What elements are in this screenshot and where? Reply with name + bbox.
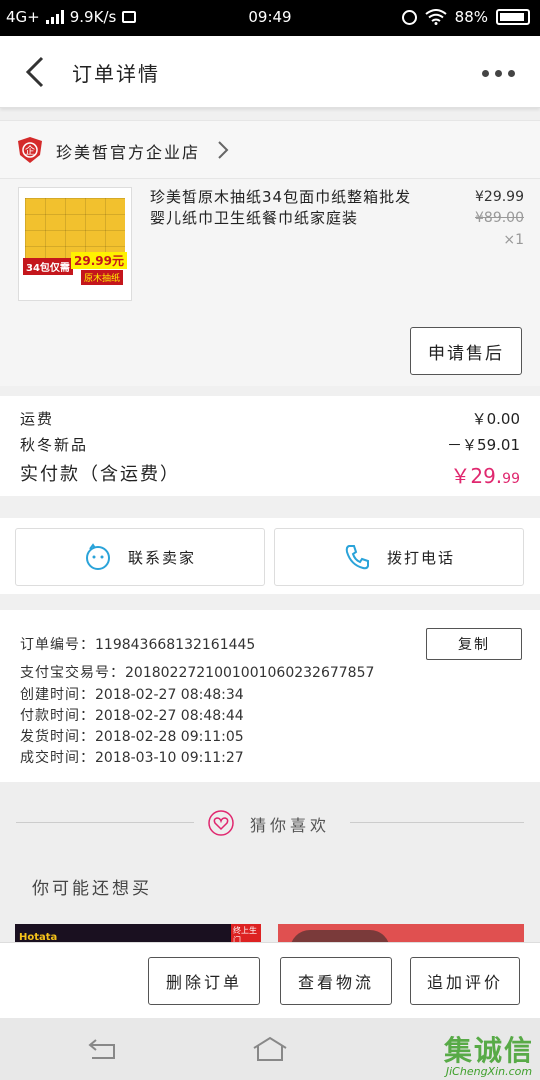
promo-label: 秋冬新品 (20, 436, 89, 454)
page-title: 订单详情 (72, 62, 160, 86)
paid-value-main: ￥29. (450, 464, 503, 488)
paid-label: 实付款（含运费） (20, 464, 180, 485)
svg-text:企: 企 (25, 144, 35, 157)
cost-summary: 运费 ￥0.00 秋冬新品 －￥59.01 实付款（含运费） ￥29.99 (0, 396, 540, 496)
order-product: 34包仅需 29.99元 原木抽纸 珍美皙原木抽纸34包面巾纸整箱批发婴儿纸巾卫… (0, 178, 540, 386)
shipping-value: ￥0.00 (471, 410, 520, 428)
action-bar: 删除订单 查看物流 追加评价 (0, 942, 540, 1018)
copy-button[interactable]: 复制 (426, 628, 522, 660)
product-original-price: ¥89.00 (475, 210, 524, 226)
info-row-shipped: 发货时间：2018-02-28 09:11:05 (20, 729, 244, 745)
contact-bar: 联系卖家 拨打电话 (0, 518, 540, 594)
info-row-created: 创建时间：2018-02-27 08:48:34 (20, 687, 244, 703)
product-price: ¥29.99 (475, 189, 524, 205)
status-bar: 4G+ 9.9K/s 09:49 88% (0, 0, 540, 36)
home-nav-icon[interactable] (252, 1036, 288, 1062)
heart-icon (208, 810, 234, 836)
contact-seller-button[interactable]: 联系卖家 (15, 528, 265, 586)
order-info: 订单编号：119843668132161445 支付宝交易号：201802272… (0, 610, 540, 782)
system-nav-bar: 集诚信 JiChengXin.com (0, 1018, 540, 1080)
contact-seller-label: 联系卖家 (127, 548, 196, 567)
divider (16, 822, 194, 823)
watermark-chars: 集诚信 (443, 1034, 534, 1067)
shop-name: 珍美皙官方企业店 (56, 143, 201, 162)
battery-icon (496, 9, 530, 25)
paid-value: ￥29.99 (450, 460, 520, 489)
thumb-badge-packs: 34包仅需 (23, 258, 73, 275)
back-arrow-icon[interactable] (18, 54, 54, 90)
view-logistics-button[interactable]: 查看物流 (280, 957, 392, 1005)
alarm-icon (401, 9, 417, 25)
recommend-subtitle: 你可能还想买 (32, 879, 152, 899)
info-row-paid: 付款时间：2018-02-27 08:48:44 (20, 708, 244, 724)
thumb-badge-price: 29.99元 (71, 252, 127, 269)
divider (350, 822, 524, 823)
add-review-button[interactable]: 追加评价 (410, 957, 520, 1005)
chevron-right-icon (218, 141, 229, 159)
product-name[interactable]: 珍美皙原木抽纸34包面巾纸整箱批发婴儿纸巾卫生纸餐巾纸家庭装 (150, 187, 422, 229)
shipping-label: 运费 (20, 410, 55, 428)
call-button[interactable]: 拨打电话 (274, 528, 524, 586)
after-sale-button[interactable]: 申请售后 (410, 327, 522, 375)
top-nav-bar: 订单详情 (0, 36, 540, 108)
info-row-order-no: 订单编号：119843668132161445 (20, 637, 256, 653)
call-label: 拨打电话 (386, 548, 455, 567)
info-row-completed: 成交时间：2018-03-10 09:11:27 (20, 750, 244, 766)
info-row-alipay-no: 支付宝交易号：2018022721001001060232677857 (20, 665, 375, 681)
more-options-icon[interactable] (480, 61, 516, 85)
product-thumbnail[interactable]: 34包仅需 29.99元 原木抽纸 (18, 187, 132, 301)
promo-value: －￥59.01 (447, 436, 520, 454)
watermark: 集诚信 JiChengXin.com (444, 1029, 534, 1078)
recommendations: 猜你喜欢 你可能还想买 Hotata 终上生门 (0, 782, 540, 960)
battery-percent: 88% (454, 8, 488, 26)
chat-face-icon (85, 543, 110, 570)
phone-icon (345, 545, 369, 570)
recommend-title: 猜你喜欢 (250, 816, 331, 835)
back-nav-icon[interactable] (88, 1038, 118, 1060)
delete-order-button[interactable]: 删除订单 (148, 957, 260, 1005)
paid-value-cents: 99 (502, 471, 520, 487)
wifi-icon (425, 9, 447, 25)
shop-logo-icon: 企 (18, 137, 42, 163)
product-quantity: ×1 (503, 232, 524, 248)
shop-row[interactable]: 企 珍美皙官方企业店 (0, 120, 540, 178)
thumb-badge-type: 原木抽纸 (81, 270, 124, 285)
